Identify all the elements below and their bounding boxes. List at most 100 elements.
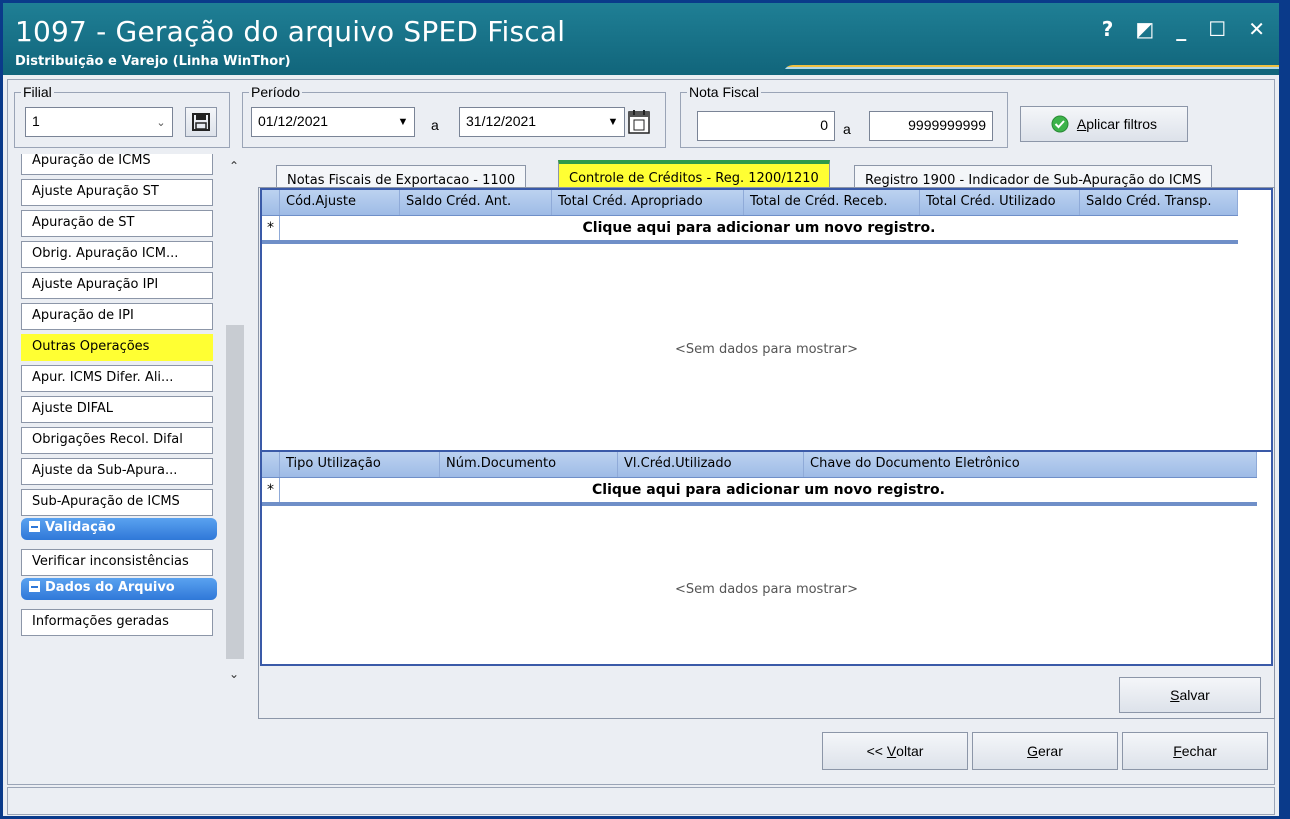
column-header[interactable]: Tipo Utilização (280, 452, 440, 477)
nota-fiscal-to-value: 9999999999 (908, 117, 986, 133)
sidebar: Apuração de ICMS Ajuste Apuração ST Apur… (18, 154, 224, 686)
sidebar-item-apuracao-ipi[interactable]: Apuração de IPI (21, 303, 213, 330)
fechar-mnemonic: F (1173, 743, 1182, 759)
gerar-button[interactable]: Gerar (972, 732, 1118, 770)
sidebar-item-label: Sub-Apuração de ICMS (32, 494, 180, 509)
sidebar-group-label: Validação (45, 520, 116, 535)
sidebar-scrollbar[interactable]: ⌃ ⌄ (224, 155, 246, 685)
voltar-mnemonic: V (886, 743, 897, 759)
sidebar-item-label: Ajuste Apuração ST (32, 184, 159, 199)
apply-filters-mnemonic: A (1076, 116, 1087, 132)
filial-group: Filial 1 ⌄ (14, 84, 230, 148)
nota-fiscal-group: Nota Fiscal 0 a 9999999999 (680, 84, 1008, 148)
filial-value: 1 (32, 113, 40, 129)
title-decoration (783, 65, 1279, 75)
grid-header: Tipo Utilização Núm.Documento Vl.Créd.Ut… (262, 452, 1257, 478)
sidebar-item-label: Informações geradas (32, 614, 169, 629)
grid-header: Cód.Ajuste Saldo Créd. Ant. Total Créd. … (262, 190, 1238, 216)
sidebar-item-label: Ajuste DIFAL (32, 401, 114, 416)
scrollbar-thumb[interactable] (226, 325, 244, 659)
column-header[interactable]: Vl.Créd.Utilizado (618, 452, 804, 477)
collapse-icon[interactable] (29, 581, 40, 592)
sidebar-item-ajuste-apuracao-st[interactable]: Ajuste Apuração ST (21, 179, 213, 206)
sidebar-item-apuracao-st[interactable]: Apuração de ST (21, 210, 213, 237)
status-bar (7, 787, 1275, 815)
chevron-down-icon: ⌄ (156, 116, 166, 129)
sidebar-item-label: Apuração de ICMS (32, 154, 151, 168)
creditos-grid: Cód.Ajuste Saldo Créd. Ant. Total Créd. … (260, 188, 1273, 452)
window-title: 1097 - Geração do arquivo SPED Fiscal (15, 15, 566, 48)
new-record-text[interactable]: Clique aqui para adicionar um novo regis… (280, 478, 1257, 502)
restore-icon[interactable]: ◩ (1135, 17, 1154, 41)
periodo-from-value: 01/12/2021 (258, 113, 329, 129)
column-header[interactable]: Total Créd. Utilizado (920, 190, 1080, 215)
periodo-from-date[interactable]: 01/12/2021 ▼ (251, 107, 415, 137)
sidebar-item-obrigacoes-recol-difal[interactable]: Obrigações Recol. Difal (21, 427, 213, 454)
main-content: Filial 1 ⌄ Período 01/12/2021 ▼ a 31/12/… (7, 79, 1275, 785)
sidebar-group-validacao[interactable]: Validação (21, 518, 217, 540)
new-record-text[interactable]: Clique aqui para adicionar um novo regis… (280, 216, 1238, 240)
nota-fiscal-to-input[interactable]: 9999999999 (869, 111, 993, 141)
apply-filters-label: plicar filtros (1086, 116, 1158, 132)
dropdown-arrow-icon[interactable]: ▼ (392, 108, 414, 136)
column-header[interactable]: Saldo Créd. Transp. (1080, 190, 1238, 215)
sidebar-group-dados-arquivo[interactable]: Dados do Arquivo (21, 578, 217, 600)
sidebar-item-label: Obrigações Recol. Difal (32, 432, 183, 447)
nota-fiscal-from-input[interactable]: 0 (697, 111, 835, 141)
close-icon[interactable]: ✕ (1248, 17, 1265, 41)
dropdown-arrow-icon[interactable]: ▼ (602, 108, 624, 136)
column-header[interactable]: Chave do Documento Eletrônico (804, 452, 1257, 477)
apply-filters-button[interactable]: Aplicar filtros (1020, 106, 1188, 142)
periodo-group: Período 01/12/2021 ▼ a 31/12/2021 ▼ (242, 84, 666, 148)
periodo-to-date[interactable]: 31/12/2021 ▼ (459, 107, 625, 137)
periodo-separator: a (431, 117, 439, 133)
grid-header-corner (262, 452, 280, 477)
voltar-label: oltar (896, 743, 924, 759)
calendar-icon[interactable] (627, 109, 651, 135)
fechar-button[interactable]: Fechar (1122, 732, 1268, 770)
floppy-disk-icon (192, 113, 210, 131)
salvar-button[interactable]: Salvar (1119, 677, 1261, 713)
new-record-row[interactable]: * Clique aqui para adicionar um novo reg… (262, 216, 1238, 244)
save-filial-button[interactable] (185, 107, 217, 137)
column-header[interactable]: Saldo Créd. Ant. (400, 190, 552, 215)
grid-header-corner (262, 190, 280, 215)
sidebar-item-ajuste-apuracao-ipi[interactable]: Ajuste Apuração IPI (21, 272, 213, 299)
column-header[interactable]: Total de Créd. Receb. (744, 190, 920, 215)
voltar-button[interactable]: << Voltar (822, 732, 968, 770)
sidebar-item-label: Ajuste da Sub-Apura... (32, 463, 178, 478)
nota-fiscal-from-value: 0 (820, 117, 828, 133)
sidebar-item-label: Apur. ICMS Difer. Ali... (32, 370, 174, 385)
column-header[interactable]: Cód.Ajuste (280, 190, 400, 215)
new-record-row[interactable]: * Clique aqui para adicionar um novo reg… (262, 478, 1257, 506)
sidebar-item-informacoes-geradas[interactable]: Informações geradas (21, 609, 213, 636)
gerar-label: erar (1037, 743, 1063, 759)
tab-label: Registro 1900 - Indicador de Sub-Apuraçã… (865, 173, 1202, 188)
salvar-mnemonic: S (1170, 687, 1180, 703)
window-subtitle: Distribuição e Varejo (Linha WinThor) (15, 54, 291, 69)
chevron-up-icon[interactable]: ⌃ (229, 159, 239, 173)
filial-select[interactable]: 1 ⌄ (25, 107, 173, 137)
sidebar-item-ajuste-sub-apuracao[interactable]: Ajuste da Sub-Apura... (21, 458, 213, 485)
sidebar-item-apuracao-icms[interactable]: Apuração de ICMS (21, 154, 213, 175)
nota-fiscal-separator: a (843, 121, 851, 137)
new-row-marker: * (262, 216, 280, 240)
minimize-icon[interactable]: _ (1176, 17, 1186, 41)
collapse-icon[interactable] (29, 521, 40, 532)
sidebar-item-sub-apuracao-icms[interactable]: Sub-Apuração de ICMS (21, 489, 213, 516)
maximize-icon[interactable]: ☐ (1208, 17, 1226, 41)
column-header[interactable]: Total Créd. Apropriado (552, 190, 744, 215)
periodo-label: Período (249, 84, 303, 100)
help-icon[interactable]: ? (1102, 17, 1114, 41)
sidebar-item-label: Obrig. Apuração ICM... (32, 246, 179, 261)
check-circle-icon (1051, 115, 1069, 133)
sidebar-item-verificar-inconsistencias[interactable]: Verificar inconsistências (21, 549, 213, 576)
sidebar-item-outras-operacoes[interactable]: Outras Operações (21, 334, 213, 361)
column-header[interactable]: Núm.Documento (440, 452, 618, 477)
tab-panel: Cód.Ajuste Saldo Créd. Ant. Total Créd. … (258, 187, 1275, 719)
sidebar-item-obrig-apuracao-icms[interactable]: Obrig. Apuração ICM... (21, 241, 213, 268)
filial-label: Filial (21, 84, 54, 100)
sidebar-item-apur-icms-difer[interactable]: Apur. ICMS Difer. Ali... (21, 365, 213, 392)
sidebar-item-ajuste-difal[interactable]: Ajuste DIFAL (21, 396, 213, 423)
chevron-down-icon[interactable]: ⌄ (229, 667, 239, 681)
